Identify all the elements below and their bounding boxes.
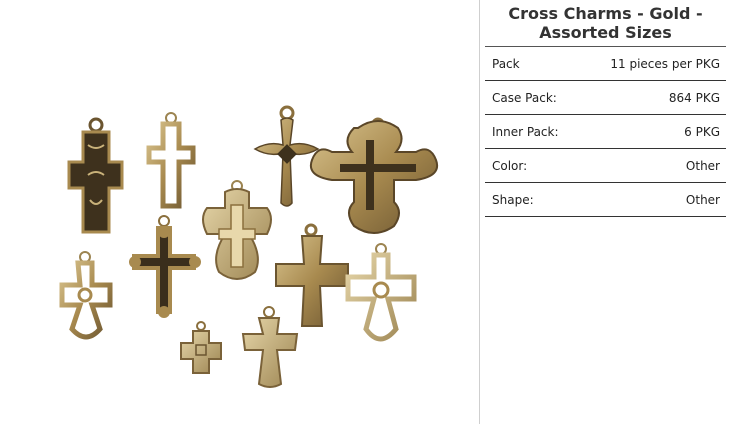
spec-value: Other [685,158,720,173]
spec-row-inner-pack: Inner Pack: 6 PKG [485,115,726,149]
cross-charm-9 [345,243,417,342]
spec-row-shape: Shape: Other [485,183,726,217]
cross-charm-6 [129,215,201,318]
product-image-panel [0,0,480,424]
spec-label: Shape: [492,192,534,207]
spec-label: Inner Pack: [492,124,559,139]
product-info-panel: Cross Charms - Gold - Assorted Sizes Pac… [485,0,726,217]
spec-label: Case Pack: [492,90,557,105]
spec-row-color: Color: Other [485,149,726,183]
cross-charm-2 [146,112,196,209]
spec-label: Color: [492,158,528,173]
spec-value: Other [685,192,720,207]
cross-charm-8 [59,251,113,340]
spec-value: 864 PKG [668,90,720,105]
cross-charm-5 [202,180,272,280]
cross-charm-7 [275,223,349,327]
cross-charm-10 [180,321,222,374]
cross-charm-3 [253,105,320,207]
spec-value: 11 pieces per PKG [610,56,720,71]
cross-charm-4 [310,117,438,234]
spec-label: Pack [492,56,520,71]
spec-row-case-pack: Case Pack: 864 PKG [485,81,726,115]
cross-charm-11 [241,306,299,388]
product-title-line2: Assorted Sizes [539,23,672,42]
product-title: Cross Charms - Gold - Assorted Sizes [485,0,726,46]
spec-row-pack: Pack 11 pieces per PKG [485,47,726,81]
spec-value: 6 PKG [684,124,720,139]
cross-charm-1 [67,117,124,234]
product-image [59,105,438,388]
product-title-line1: Cross Charms - Gold - [508,4,703,23]
